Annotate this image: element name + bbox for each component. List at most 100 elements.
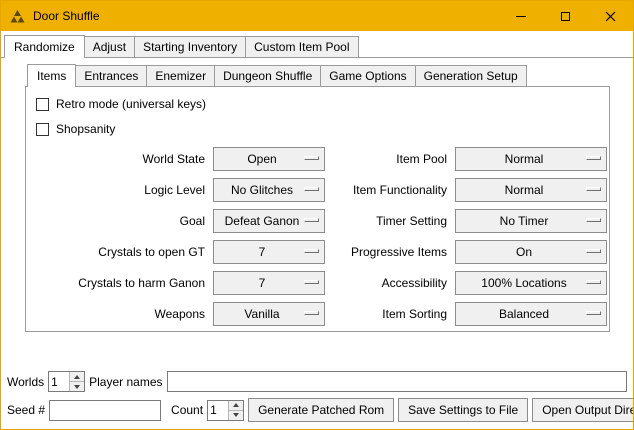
bottom-controls: Worlds Player names Seed # Count — [7, 371, 627, 422]
crystals-harm-ganon-dropdown[interactable]: 7 — [213, 271, 325, 295]
seed-row: Seed # Count Generate Patched Rom Save S… — [7, 398, 627, 422]
tab-enemizer[interactable]: Enemizer — [146, 65, 215, 86]
tab-game-options[interactable]: Game Options — [320, 65, 415, 86]
logic-level-label: Logic Level — [30, 183, 208, 197]
seed-input[interactable] — [49, 400, 161, 421]
spin-down-button[interactable] — [70, 381, 84, 391]
retro-mode-label: Retro mode (universal keys) — [56, 97, 206, 111]
close-icon — [605, 11, 616, 22]
tab-randomize[interactable]: Randomize — [4, 35, 85, 58]
player-names-input[interactable] — [167, 371, 628, 392]
menu-indicator-icon — [586, 311, 601, 315]
menu-indicator-icon — [586, 218, 601, 222]
window-title: Door Shuffle — [33, 9, 100, 23]
item-sorting-label: Item Sorting — [330, 307, 450, 321]
outer-tab-bar: Randomize Adjust Starting Inventory Cust… — [1, 31, 633, 58]
spin-down-button[interactable] — [229, 410, 243, 420]
shopsanity-checkbox[interactable]: Shopsanity — [36, 122, 605, 136]
tab-entrances[interactable]: Entrances — [75, 65, 147, 86]
menu-indicator-icon — [304, 218, 319, 222]
dropdown-value: Normal — [505, 183, 558, 197]
player-names-label: Player names — [89, 375, 162, 389]
seed-label: Seed # — [7, 403, 45, 417]
count-spinbox — [207, 400, 244, 421]
item-functionality-label: Item Functionality — [330, 183, 450, 197]
weapons-label: Weapons — [30, 307, 208, 321]
item-pool-label: Item Pool — [330, 152, 450, 166]
tab-adjust[interactable]: Adjust — [84, 36, 135, 57]
maximize-button[interactable] — [543, 1, 588, 31]
logic-level-dropdown[interactable]: No Glitches — [213, 178, 325, 202]
save-settings-button[interactable]: Save Settings to File — [398, 398, 528, 422]
accessibility-label: Accessibility — [330, 276, 450, 290]
retro-mode-checkbox[interactable]: Retro mode (universal keys) — [36, 97, 605, 111]
dropdown-value: Open — [247, 152, 290, 166]
checkbox-icon — [36, 123, 49, 136]
worlds-spin-arrows — [69, 372, 84, 391]
caption-buttons — [498, 1, 633, 31]
count-label: Count — [171, 403, 203, 417]
checkbox-icon — [36, 98, 49, 111]
item-functionality-dropdown[interactable]: Normal — [455, 178, 607, 202]
tab-items[interactable]: Items — [27, 64, 76, 87]
accessibility-dropdown[interactable]: 100% Locations — [455, 271, 607, 295]
dropdown-value: Defeat Ganon — [225, 214, 314, 228]
weapons-dropdown[interactable]: Vanilla — [213, 302, 325, 326]
arrow-down-icon — [233, 413, 239, 417]
dropdown-value: No Timer — [500, 214, 563, 228]
triforce-app-icon — [10, 9, 26, 23]
timer-setting-label: Timer Setting — [330, 214, 450, 228]
goal-label: Goal — [30, 214, 208, 228]
crystals-open-gt-dropdown[interactable]: 7 — [213, 240, 325, 264]
tab-custom-item-pool[interactable]: Custom Item Pool — [245, 36, 358, 57]
inner-tab-bar: Items Entrances Enemizer Dungeon Shuffle… — [25, 64, 610, 86]
dropdown-value: 7 — [259, 245, 280, 259]
arrow-up-icon — [233, 403, 239, 407]
tab-generation-setup[interactable]: Generation Setup — [415, 65, 527, 86]
minimize-button[interactable] — [498, 1, 543, 31]
menu-indicator-icon — [586, 156, 601, 160]
spin-up-button[interactable] — [229, 401, 243, 410]
menu-indicator-icon — [304, 280, 319, 284]
worlds-row: Worlds Player names — [7, 371, 627, 392]
spin-up-button[interactable] — [70, 372, 84, 381]
menu-indicator-icon — [586, 280, 601, 284]
options-grid: World State Open Item Pool Normal Logic … — [30, 147, 605, 326]
maximize-icon — [561, 12, 570, 21]
count-input[interactable] — [208, 401, 228, 420]
menu-indicator-icon — [304, 311, 319, 315]
item-pool-dropdown[interactable]: Normal — [455, 147, 607, 171]
world-state-dropdown[interactable]: Open — [213, 147, 325, 171]
menu-indicator-icon — [304, 249, 319, 253]
progressive-items-dropdown[interactable]: On — [455, 240, 607, 264]
dropdown-value: 7 — [259, 276, 280, 290]
progressive-items-label: Progressive Items — [330, 245, 450, 259]
close-button[interactable] — [588, 1, 633, 31]
inner-notebook: Items Entrances Enemizer Dungeon Shuffle… — [25, 64, 610, 332]
world-state-label: World State — [30, 152, 208, 166]
worlds-spinbox — [48, 371, 85, 392]
worlds-input[interactable] — [49, 372, 69, 391]
goal-dropdown[interactable]: Defeat Ganon — [213, 209, 325, 233]
timer-setting-dropdown[interactable]: No Timer — [455, 209, 607, 233]
tab-dungeon-shuffle[interactable]: Dungeon Shuffle — [214, 65, 321, 86]
menu-indicator-icon — [304, 187, 319, 191]
titlebar: Door Shuffle — [1, 1, 633, 31]
menu-indicator-icon — [304, 156, 319, 160]
randomize-pane: Items Entrances Enemizer Dungeon Shuffle… — [1, 64, 633, 332]
dropdown-value: 100% Locations — [481, 276, 580, 290]
open-output-directory-button[interactable]: Open Output Directory — [532, 398, 634, 422]
crystals-open-gt-label: Crystals to open GT — [30, 245, 208, 259]
count-spin-arrows — [228, 401, 243, 420]
tab-starting-inventory[interactable]: Starting Inventory — [134, 36, 246, 57]
crystals-harm-ganon-label: Crystals to harm Ganon — [30, 276, 208, 290]
dropdown-value: Normal — [505, 152, 558, 166]
menu-indicator-icon — [586, 187, 601, 191]
arrow-up-icon — [74, 375, 80, 379]
dropdown-value: On — [516, 245, 546, 259]
generate-patched-rom-button[interactable]: Generate Patched Rom — [248, 398, 394, 422]
arrow-down-icon — [74, 385, 80, 389]
item-sorting-dropdown[interactable]: Balanced — [455, 302, 607, 326]
shopsanity-label: Shopsanity — [56, 122, 115, 136]
door-shuffle-window: Door Shuffle Randomize Adjust Starting I… — [0, 0, 634, 430]
